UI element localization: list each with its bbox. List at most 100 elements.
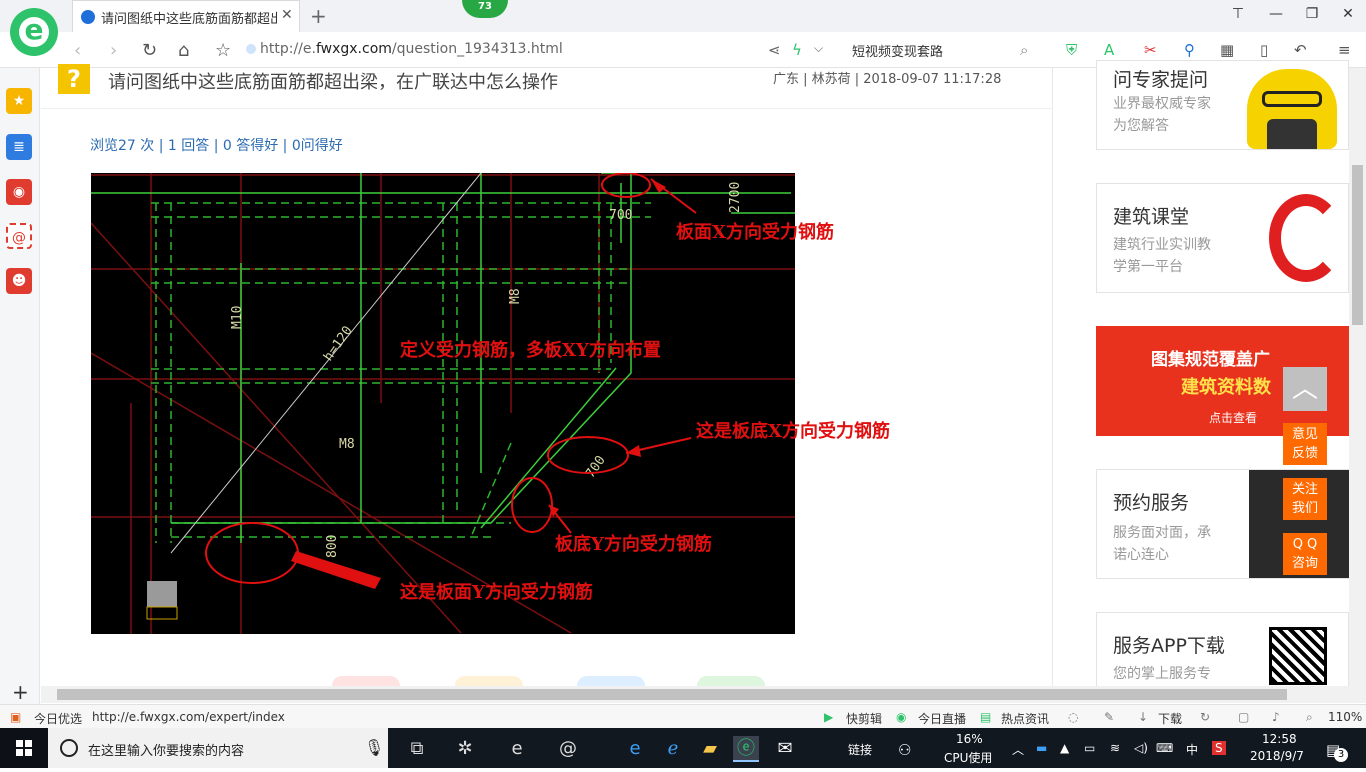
battery-icon[interactable]: ▭	[1084, 741, 1095, 755]
close-window-button[interactable]: ✕	[1338, 6, 1358, 26]
start-button[interactable]	[0, 728, 48, 768]
vertical-scroll-thumb[interactable]	[1352, 165, 1363, 325]
refresh-small-icon[interactable]: ↻	[1200, 710, 1210, 724]
card-app-download[interactable]: 服务APP下载 您的掌上服务专	[1096, 612, 1349, 688]
card-sub: 学第一平台	[1113, 259, 1183, 275]
clock-date[interactable]: 2018/9/7	[1250, 749, 1304, 763]
window-icon[interactable]: ▢	[1238, 710, 1249, 724]
undo-icon[interactable]: ↶	[1294, 41, 1307, 59]
status-today-pick[interactable]: 今日优选	[34, 710, 82, 727]
url-input[interactable]: http://e.fwxgx.com/question_1934313.html	[260, 41, 563, 57]
pinwheel-app-icon[interactable]: ✲	[452, 736, 478, 762]
people-icon[interactable]: ⚇	[898, 741, 911, 759]
live-icon: ◉	[896, 710, 907, 724]
lightning-icon[interactable]: ϟ	[792, 41, 802, 59]
horizontal-scroll-thumb[interactable]	[57, 689, 1287, 700]
share-circle-icon[interactable]	[332, 676, 400, 686]
file-explorer-icon[interactable]: ▰	[697, 736, 723, 762]
spiral-app-icon[interactable]: @	[555, 736, 581, 762]
volume-icon[interactable]: ♪	[1272, 710, 1280, 724]
mail-taskbar-icon[interactable]: ✉	[772, 736, 798, 762]
mail-icon[interactable]: @	[6, 223, 32, 249]
site-info-icon[interactable]	[246, 44, 256, 54]
download-icon: ↓	[1138, 710, 1149, 724]
status-clip[interactable]: 快剪辑	[846, 710, 882, 727]
apps-grid-icon[interactable]: ▦	[1220, 41, 1234, 59]
translate-icon[interactable]: A	[1104, 41, 1114, 59]
edge-icon[interactable]: e	[622, 736, 648, 762]
qq-consult-button[interactable]: Q Q 咨询	[1283, 533, 1327, 575]
weibo-icon[interactable]: ◉	[6, 179, 32, 205]
tab-active[interactable]: 请问图纸中这些底筋面筋都超出梁，在广联达中怎么操作 ✕	[72, 0, 300, 32]
card-building-class[interactable]: 建筑课堂 建筑行业实训教 学第一平台	[1096, 183, 1349, 293]
back-icon[interactable]: ‹	[74, 40, 81, 61]
menu-icon[interactable]: ≡	[1338, 41, 1351, 59]
banner-title: 图集规范覆盖广	[1151, 350, 1270, 370]
share-icon[interactable]: ⋖	[768, 41, 781, 59]
card-title: 建筑课堂	[1113, 206, 1190, 228]
feedback-button[interactable]: 意见 反馈	[1283, 423, 1327, 465]
tray-link-label[interactable]: 链接	[848, 741, 872, 758]
scissors-icon[interactable]: ✂	[1144, 41, 1157, 59]
sogou-ime-icon[interactable]: S	[1212, 741, 1226, 755]
add-sidebar-icon[interactable]: +	[12, 680, 29, 704]
shirt-skin-icon[interactable]: ⊤	[1228, 6, 1248, 26]
tablet-icon[interactable]: ▯	[1260, 41, 1268, 59]
star-bookmark-icon[interactable]: ☆	[215, 40, 231, 61]
vertical-scrollbar[interactable]	[1349, 68, 1366, 686]
wifi-icon[interactable]: ≋	[1110, 741, 1120, 755]
status-news[interactable]: 热点资讯	[1001, 710, 1049, 727]
cpu-label: CPU使用	[944, 751, 993, 765]
url-domain: fwxgx.com	[315, 41, 392, 57]
search-input[interactable]: 短视频变现套路	[852, 41, 943, 60]
ime-indicator[interactable]: 中	[1186, 741, 1198, 758]
pin-icon[interactable]: ✎	[1104, 710, 1114, 724]
microphone-icon[interactable]: 🎙	[364, 738, 384, 757]
magnifier-icon[interactable]: ⚲	[1184, 41, 1195, 59]
edge-legacy-icon[interactable]: e	[504, 736, 530, 762]
game-icon[interactable]: ☻	[6, 268, 32, 294]
reading-list-icon[interactable]: ≣	[6, 134, 32, 160]
cad-label-800: 800	[325, 535, 340, 558]
clip-icon: ▶	[824, 710, 834, 724]
tray-chevron-icon[interactable]: ︿	[1012, 741, 1024, 758]
clock-time[interactable]: 12:58	[1262, 732, 1297, 746]
status-live[interactable]: 今日直播	[918, 710, 966, 727]
forward-icon[interactable]: ›	[110, 40, 117, 61]
minimize-button[interactable]: —	[1266, 6, 1286, 26]
speaker-icon[interactable]: ◁)	[1134, 741, 1148, 755]
question-stats[interactable]: 浏览27 次 | 1 回答 | 0 答得好 | 0问得好	[90, 135, 343, 155]
card-sub: 为您解答	[1113, 118, 1169, 134]
refresh-icon[interactable]: ↻	[142, 40, 157, 61]
keyboard-icon[interactable]: ⌨	[1156, 741, 1173, 755]
card-sub: 服务面对面，承	[1113, 525, 1211, 541]
browser-taskbar-icon[interactable]: ⓔ	[733, 736, 759, 762]
search-icon[interactable]: ⌕	[1020, 41, 1028, 59]
annotation-top-x: 板面X方向受力钢筋	[676, 222, 834, 243]
zoom-icon[interactable]: ⌕	[1306, 710, 1313, 725]
internet-explorer-icon[interactable]: ℯ	[660, 736, 686, 762]
new-tab-button[interactable]: +	[310, 4, 327, 28]
tab-close-icon[interactable]: ✕	[281, 7, 293, 23]
home-icon[interactable]: ⌂	[178, 40, 189, 61]
notification-bell-icon[interactable]: ▲	[1060, 741, 1069, 755]
back-to-top-button[interactable]: ︿	[1283, 367, 1327, 411]
status-download[interactable]: 下载	[1158, 710, 1182, 727]
taskbar-search-box[interactable]: 在这里输入你要搜索的内容 🎙	[48, 728, 388, 768]
share-circle-icon[interactable]	[455, 676, 523, 686]
share-circle-icon[interactable]	[697, 676, 765, 686]
share-circle-icon[interactable]	[577, 676, 645, 686]
banner-link[interactable]: 点击查看	[1209, 407, 1257, 429]
speed-icon[interactable]: ◌	[1068, 710, 1078, 724]
status-zoom[interactable]: 110%	[1328, 710, 1362, 724]
chat-icon[interactable]: ▬	[1036, 741, 1047, 755]
shield-icon[interactable]: ⛨	[1066, 41, 1077, 59]
task-view-icon[interactable]: ⧉	[404, 736, 430, 762]
browser-logo-icon[interactable]: e	[10, 8, 58, 56]
favorites-icon[interactable]: ★	[6, 88, 32, 114]
follow-us-button[interactable]: 关注 我们	[1283, 478, 1327, 520]
restore-button[interactable]: ❐	[1302, 6, 1322, 26]
chevron-down-icon[interactable]: ⌵	[814, 41, 823, 56]
card-sub: 您的掌上服务专	[1113, 666, 1211, 682]
card-ask-expert[interactable]: 问专家提问 业界最权威专家 为您解答	[1096, 60, 1349, 150]
